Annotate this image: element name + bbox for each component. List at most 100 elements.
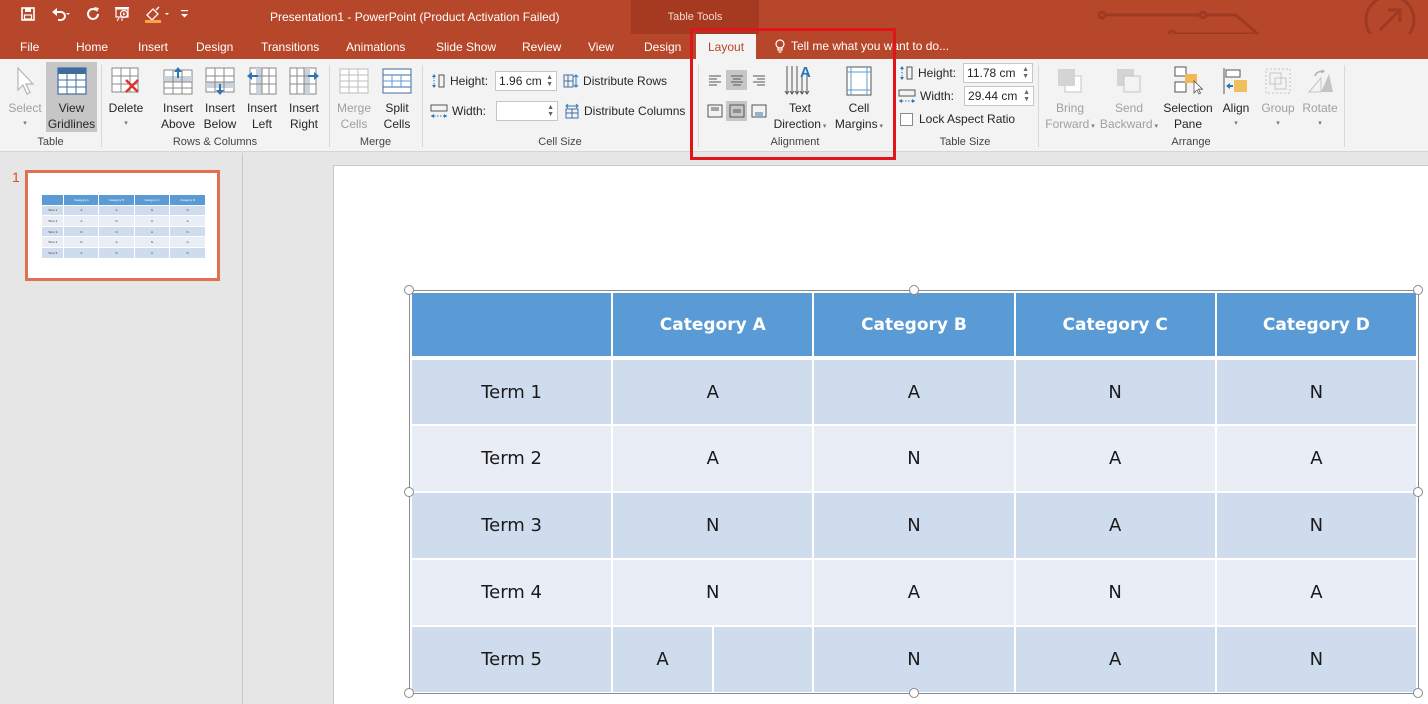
tell-me-search[interactable]: Tell me what you want to do... xyxy=(775,39,949,53)
resize-handle-left[interactable] xyxy=(404,487,414,497)
delete-button[interactable]: Delete ▾ xyxy=(106,62,146,132)
table-width-input[interactable]: 29.44 cm ▲ ▼ xyxy=(964,86,1035,106)
distribute-rows-icon xyxy=(563,74,579,88)
cell-width-spinner[interactable]: ▲ ▼ xyxy=(547,104,554,118)
term-cell[interactable]: Term 2 xyxy=(409,424,614,493)
group-button[interactable]: Group ▾ xyxy=(1258,62,1298,132)
cell-height-spinner[interactable]: ▲ ▼ xyxy=(546,74,553,88)
redo-icon[interactable] xyxy=(85,6,101,22)
table-cell-split-empty[interactable] xyxy=(711,627,813,692)
table-cell[interactable]: N xyxy=(1214,357,1419,426)
thumbnail-row: Category A Category B Category C Category D xyxy=(40,194,206,206)
table-width-spinner[interactable]: ▲ ▼ xyxy=(1023,89,1030,103)
resize-handle-bottom-left[interactable] xyxy=(404,688,414,698)
tab-design[interactable]: Design xyxy=(196,40,233,54)
resize-handle-bottom[interactable] xyxy=(909,688,919,698)
tab-home[interactable]: Home xyxy=(76,40,108,54)
table-cell[interactable]: N xyxy=(1013,357,1217,426)
resize-handle-top-right[interactable] xyxy=(1413,285,1423,295)
table-cell[interactable]: N xyxy=(812,625,1016,694)
table-cell[interactable]: A xyxy=(613,627,712,692)
table-cell[interactable]: N xyxy=(611,491,815,560)
tab-animations[interactable]: Animations xyxy=(346,40,405,54)
align-top-button[interactable] xyxy=(704,101,725,121)
align-button[interactable]: Align ▾ xyxy=(1216,62,1256,132)
bring-forward-button[interactable]: Bring Forward ▾ xyxy=(1042,62,1098,135)
align-bottom-button[interactable] xyxy=(748,101,769,121)
tab-table-layout[interactable]: Layout xyxy=(696,34,757,59)
distribute-columns-button[interactable]: Distribute Columns xyxy=(584,104,685,118)
text-direction-button[interactable]: A Text Direction ▾ xyxy=(770,62,830,135)
insert-left-button[interactable]: Insert Left xyxy=(242,62,282,132)
table-cell[interactable]: A xyxy=(1214,558,1419,627)
tab-transitions[interactable]: Transitions xyxy=(261,40,319,54)
table-cell[interactable]: A xyxy=(1214,424,1419,493)
rotate-button[interactable]: Rotate ▾ xyxy=(1300,62,1340,132)
insert-below-button[interactable]: Insert Below xyxy=(200,62,240,132)
split-cells-button[interactable]: Split Cells xyxy=(377,62,417,132)
header-cell-category-a[interactable]: Category A xyxy=(611,291,815,360)
slide-table[interactable]: Category A Category B Category C Categor… xyxy=(409,291,1419,694)
tab-table-design[interactable]: Design xyxy=(644,40,681,54)
table-cell[interactable]: A xyxy=(1013,491,1217,560)
table-cell[interactable]: N xyxy=(1013,558,1217,627)
save-icon[interactable] xyxy=(20,6,36,22)
insert-right-button[interactable]: Insert Right xyxy=(284,62,324,132)
table-height-spinner[interactable]: ▲ ▼ xyxy=(1022,66,1029,80)
format-painter-icon[interactable] xyxy=(144,6,172,24)
table-row: Term 2 A N A A xyxy=(409,424,1419,493)
term-cell[interactable]: Term 5 xyxy=(409,625,614,694)
tab-insert[interactable]: Insert xyxy=(138,40,168,54)
header-cell-category-c[interactable]: Category C xyxy=(1013,291,1217,360)
table-cell[interactable]: A xyxy=(611,357,815,426)
table-cell[interactable]: N xyxy=(1214,625,1419,694)
table-cell[interactable]: N xyxy=(812,424,1016,493)
resize-handle-top[interactable] xyxy=(909,285,919,295)
thumbnail-cell: Term 4 xyxy=(40,236,65,248)
view-gridlines-button[interactable]: View Gridlines xyxy=(46,62,97,132)
table-cell[interactable]: A xyxy=(611,424,815,493)
table-cell[interactable]: A xyxy=(1013,625,1217,694)
term-cell[interactable]: Term 4 xyxy=(409,558,614,627)
term-cell[interactable]: Term 1 xyxy=(409,357,614,426)
undo-icon[interactable] xyxy=(50,6,72,22)
selection-pane-button[interactable]: Selection Pane xyxy=(1162,62,1214,132)
resize-handle-right[interactable] xyxy=(1413,487,1423,497)
cell-width-input[interactable]: ▲ ▼ xyxy=(496,101,559,121)
distribute-rows-button[interactable]: Distribute Rows xyxy=(583,74,667,88)
lock-aspect-ratio-checkbox[interactable] xyxy=(900,112,913,126)
table-cell[interactable]: N xyxy=(812,491,1016,560)
table-cell[interactable]: N xyxy=(611,558,815,627)
align-center-button[interactable] xyxy=(726,70,747,90)
align-right-button[interactable] xyxy=(748,70,769,90)
table-cell[interactable]: A xyxy=(812,357,1016,426)
insert-above-button[interactable]: Insert Above xyxy=(158,62,198,132)
cell-margins-button[interactable]: Cell Margins ▾ xyxy=(832,62,886,135)
send-backward-button[interactable]: Send Backward ▾ xyxy=(1098,62,1160,135)
align-middle-button[interactable] xyxy=(726,101,747,121)
bring-forward-icon xyxy=(1058,69,1082,93)
customize-qat-icon[interactable] xyxy=(180,6,190,20)
tab-review[interactable]: Review xyxy=(522,40,561,54)
tab-slide-show[interactable]: Slide Show xyxy=(436,40,496,54)
header-cell-empty[interactable] xyxy=(409,291,614,360)
align-bottom-icon xyxy=(751,104,766,118)
term-cell[interactable]: Term 3 xyxy=(409,491,614,560)
header-cell-category-d[interactable]: Category D xyxy=(1214,291,1419,360)
tab-view[interactable]: View xyxy=(588,40,614,54)
resize-handle-bottom-right[interactable] xyxy=(1413,688,1423,698)
table-height-input[interactable]: 11.78 cm ▲ ▼ xyxy=(963,63,1034,83)
merge-cells-button[interactable]: Merge Cells xyxy=(334,62,374,132)
select-button[interactable]: Select ▾ xyxy=(6,62,44,132)
slide-thumbnail[interactable]: Category A Category B Category C Category D… xyxy=(25,170,220,281)
start-from-beginning-icon[interactable] xyxy=(114,6,132,22)
header-cell-category-b[interactable]: Category B xyxy=(812,291,1016,360)
resize-handle-top-left[interactable] xyxy=(404,285,414,295)
table-cell[interactable]: N xyxy=(1214,491,1419,560)
lock-aspect-ratio-label[interactable]: Lock Aspect Ratio xyxy=(919,112,1015,126)
table-cell[interactable]: A xyxy=(1013,424,1217,493)
cell-height-input[interactable]: 1.96 cm ▲ ▼ xyxy=(495,71,558,91)
align-left-button[interactable] xyxy=(704,70,725,90)
table-cell[interactable]: A xyxy=(812,558,1016,627)
tab-file[interactable]: File xyxy=(20,40,39,54)
